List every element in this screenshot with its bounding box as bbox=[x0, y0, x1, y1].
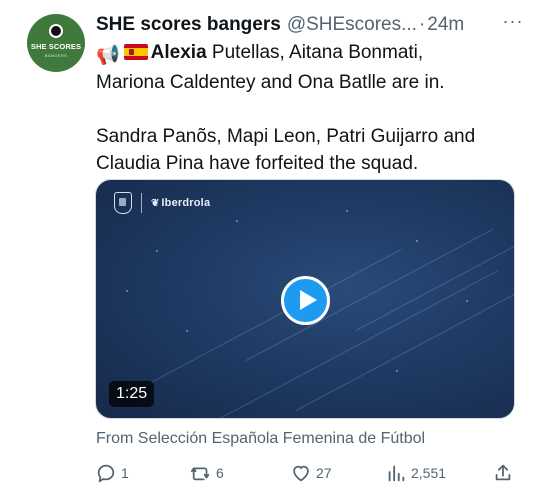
megaphone-icon: 📢 bbox=[96, 45, 120, 66]
video-player[interactable]: ❦ Iberdrola 1:25 bbox=[95, 179, 515, 419]
repost-count: 6 bbox=[216, 465, 224, 481]
tweet-line-4: Claudia Pina have forfeited the squad. bbox=[96, 153, 419, 174]
tweet-text: 📢 Alexia Putellas, Aitana Bonmati, Marion… bbox=[96, 39, 526, 177]
like-count: 27 bbox=[316, 465, 332, 481]
tweet-bold-name: Alexia bbox=[150, 42, 207, 63]
brand-divider bbox=[141, 193, 142, 213]
reply-icon bbox=[97, 464, 115, 483]
play-button[interactable] bbox=[281, 276, 330, 325]
video-duration: 1:25 bbox=[109, 381, 155, 407]
repost-icon bbox=[190, 467, 210, 481]
views-button[interactable]: 2,551 bbox=[385, 458, 446, 488]
federation-crest-icon bbox=[114, 192, 132, 214]
soccer-ball-icon bbox=[49, 24, 63, 38]
share-icon bbox=[495, 464, 511, 481]
avatar[interactable]: SHE SCORES BANGERS bbox=[27, 14, 85, 72]
header-separator: · bbox=[418, 14, 426, 35]
share-button[interactable] bbox=[492, 458, 514, 488]
more-options-button[interactable]: ··· bbox=[500, 12, 526, 34]
display-name[interactable]: SHE scores bangers bbox=[96, 14, 281, 36]
views-bar-chart-icon bbox=[388, 465, 405, 482]
iberdrola-leaf-icon: ❦ bbox=[151, 197, 160, 209]
views-count: 2,551 bbox=[411, 465, 447, 481]
like-button[interactable]: 27 bbox=[290, 458, 332, 488]
spain-flag-icon bbox=[123, 44, 148, 60]
avatar-logo-subtext: BANGERS bbox=[44, 53, 68, 58]
repost-button[interactable]: 6 bbox=[190, 458, 224, 488]
user-handle[interactable]: @SHEscores... bbox=[287, 14, 417, 36]
tweet-line-1: 📢 Alexia Putellas, Aitana Bonmati, bbox=[96, 39, 526, 69]
tweet-header: SHE scores bangers @SHEscores... · 24m bbox=[96, 12, 516, 38]
tweet-line-2: Mariona Caldentey and Ona Batlle are in. bbox=[96, 72, 445, 93]
timestamp[interactable]: 24m bbox=[427, 14, 464, 36]
avatar-logo-text: SHE SCORES bbox=[30, 42, 82, 51]
reply-count: 1 bbox=[121, 465, 129, 481]
brand-word: Iberdrola bbox=[161, 197, 211, 209]
reply-button[interactable]: 1 bbox=[95, 458, 129, 488]
action-bar: 1 6 27 2,551 bbox=[0, 458, 540, 488]
heart-icon bbox=[293, 465, 309, 482]
tweet-line-1-rest: Putellas, Aitana Bonmati, bbox=[206, 42, 424, 63]
video-source[interactable]: From Selección Española Femenina de Fútb… bbox=[96, 430, 425, 448]
tweet-line-3: Sandra Panõs, Mapi Leon, Patri Guijarro … bbox=[96, 126, 476, 147]
video-brand: ❦ Iberdrola bbox=[114, 192, 210, 214]
